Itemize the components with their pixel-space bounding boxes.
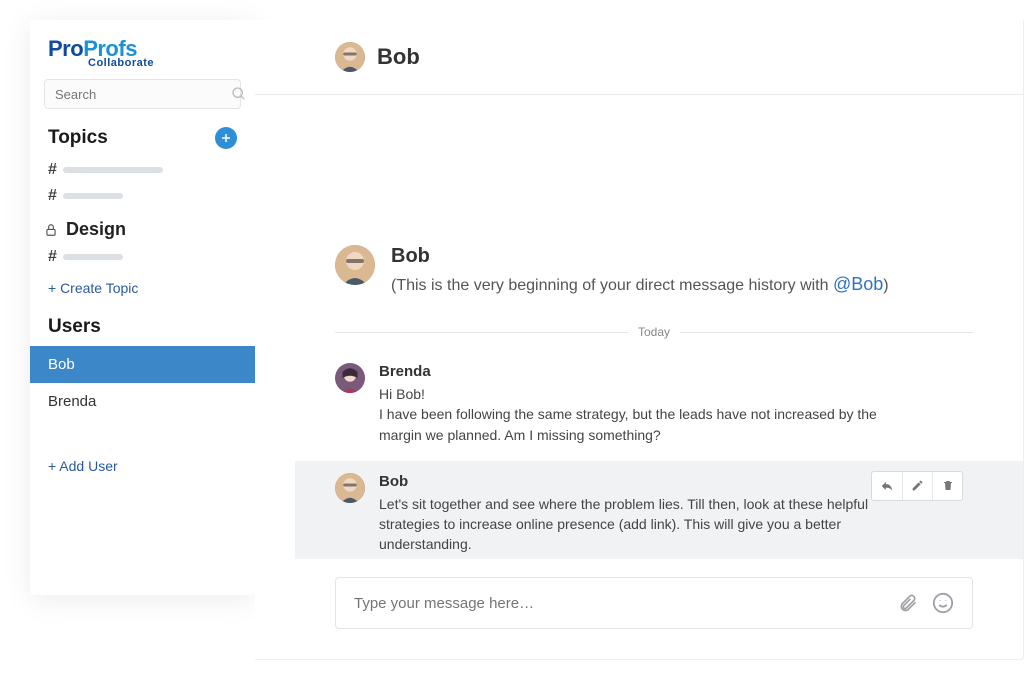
- create-topic-link[interactable]: + Create Topic: [30, 270, 255, 306]
- edit-icon[interactable]: [902, 472, 932, 500]
- placeholder-bar: [63, 254, 123, 260]
- attach-icon[interactable]: [898, 593, 918, 613]
- intro-prefix: (This is the very beginning of your dire…: [391, 277, 833, 294]
- chat-body: Bob (This is the very beginning of your …: [255, 95, 1023, 559]
- topics-header: Topics: [30, 109, 255, 157]
- user-item-brenda[interactable]: Brenda: [30, 383, 255, 420]
- composer-input[interactable]: [354, 595, 884, 612]
- intro-suffix: ): [883, 277, 888, 294]
- topic-item[interactable]: #: [30, 244, 255, 270]
- topics-title: Topics: [48, 127, 205, 149]
- message-composer[interactable]: [335, 577, 973, 629]
- chat-title: Bob: [377, 44, 420, 70]
- message-author: Brenda: [379, 363, 973, 380]
- chat-intro: Bob (This is the very beginning of your …: [335, 245, 973, 295]
- avatar-bob: [335, 245, 375, 285]
- intro-text: (This is the very beginning of your dire…: [391, 274, 889, 295]
- avatar-bob: [335, 473, 365, 503]
- user-label: Brenda: [48, 393, 96, 410]
- search-input[interactable]: [55, 87, 231, 102]
- avatar-bob: [335, 42, 365, 72]
- hash-icon: #: [48, 248, 57, 266]
- add-user-link[interactable]: + Add User: [30, 444, 255, 474]
- app-root: ProProfs Collaborate Topics # #: [0, 0, 1024, 689]
- message-row: Brenda Hi Bob! I have been following the…: [335, 353, 973, 455]
- users-header: Users: [30, 306, 255, 346]
- delete-icon[interactable]: [932, 472, 962, 500]
- logo: ProProfs Collaborate: [30, 38, 255, 79]
- add-topic-button[interactable]: [215, 127, 237, 149]
- users-title: Users: [48, 316, 237, 338]
- logo-sub: Collaborate: [88, 58, 237, 69]
- search-box[interactable]: [44, 79, 241, 109]
- message-text: Hi Bob! I have been following the same s…: [379, 384, 899, 445]
- divider-label: Today: [638, 325, 670, 339]
- user-label: Bob: [48, 356, 75, 373]
- topic-item[interactable]: #: [30, 157, 255, 183]
- design-title: Design: [66, 219, 126, 240]
- message-text: Let's sit together and see where the pro…: [379, 494, 899, 555]
- topic-item[interactable]: #: [30, 183, 255, 209]
- message-row-active: Bob Let's sit together and see where the…: [295, 461, 1023, 559]
- chat-panel: Bob Bob (This is the very beginning of y…: [255, 20, 1024, 660]
- design-header[interactable]: Design: [30, 209, 255, 244]
- placeholder-bar: [63, 193, 123, 199]
- user-item-bob[interactable]: Bob: [30, 346, 255, 383]
- user-item-placeholder: [30, 432, 255, 444]
- sidebar: ProProfs Collaborate Topics # #: [30, 20, 255, 595]
- intro-name: Bob: [391, 245, 889, 268]
- reply-icon[interactable]: [872, 472, 902, 500]
- message-actions: [871, 471, 963, 501]
- logo-pro: Pro: [48, 36, 83, 61]
- chat-header: Bob: [255, 20, 1023, 95]
- placeholder-bar: [63, 167, 163, 173]
- emoji-icon[interactable]: [932, 592, 954, 614]
- hash-icon: #: [48, 161, 57, 179]
- lock-icon: [44, 223, 58, 237]
- intro-mention[interactable]: @Bob: [833, 274, 883, 294]
- date-divider: Today: [335, 325, 973, 339]
- avatar-brenda: [335, 363, 365, 393]
- composer-area: [255, 559, 1023, 659]
- user-item-placeholder: [30, 420, 255, 432]
- hash-icon: #: [48, 187, 57, 205]
- search-icon: [231, 86, 247, 102]
